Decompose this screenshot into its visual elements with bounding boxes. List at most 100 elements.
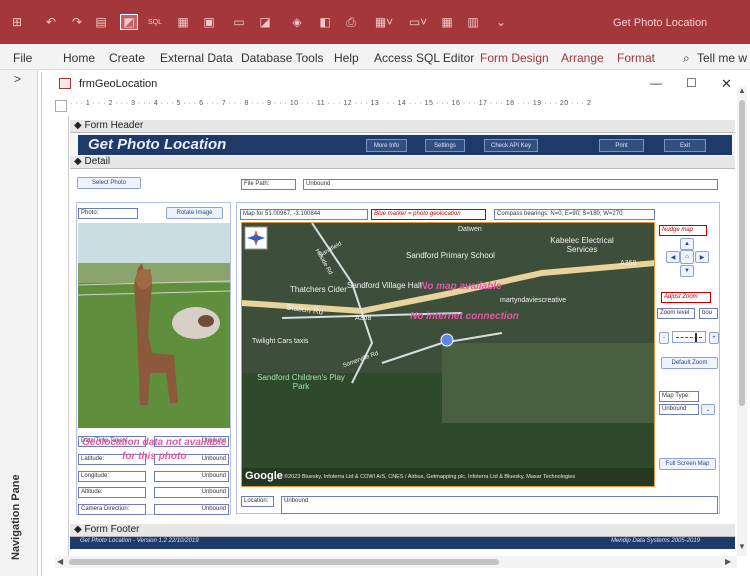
redo-icon[interactable]: ↷ (70, 14, 84, 30)
adjust-zoom-label: Adjust Zoom (661, 292, 711, 303)
tab-form-design[interactable]: Form Design (480, 51, 549, 65)
map-label-school: Sandford Primary School (406, 251, 495, 260)
pin-icon[interactable]: ◈ (290, 14, 304, 30)
maximize-button[interactable]: ☐ (686, 76, 697, 90)
zoom-out-button[interactable]: - (659, 332, 669, 344)
ribbon-tabs: File Home Create External Data Database … (0, 44, 750, 70)
undo-icon[interactable]: ↶ (44, 14, 58, 30)
vertical-scroll-thumb[interactable] (739, 100, 745, 406)
home-button[interactable]: ⌂ (680, 250, 694, 264)
horizontal-scrollbar[interactable]: ◀ ▶ (55, 556, 737, 568)
form-view-icon[interactable]: ▤ (94, 14, 108, 30)
nudge-map-label: Nudge map (659, 225, 707, 236)
minimize-button[interactable]: — (650, 76, 662, 90)
section-arrow-icon: ◆ (74, 120, 85, 131)
scroll-left-icon[interactable]: ◀ (57, 557, 63, 566)
customize-icon[interactable]: ⌄ (494, 14, 508, 30)
map-type-dropdown[interactable]: ⌄ (701, 404, 715, 415)
nav-pane-toggle-icon[interactable]: > (14, 72, 21, 86)
geolocation-unavailable-message: Geolocation data not available (82, 437, 227, 448)
tab-create[interactable]: Create (109, 51, 145, 65)
map-label-play-park: Sandford Children's Play Park (257, 373, 345, 391)
print-icon[interactable]: ⎙ (344, 14, 358, 30)
table-icon[interactable]: ▦˅ (374, 14, 394, 30)
exit-button[interactable]: Exit (664, 139, 706, 152)
footer-copyright: Mendip Data Systems 2005-2019 (611, 538, 701, 544)
vertical-scrollbar[interactable]: ▲ ▼ (737, 86, 747, 556)
grid-icon[interactable]: ▦ (440, 14, 454, 30)
more-info-button[interactable]: More Info (366, 139, 407, 152)
longitude-field[interactable]: Unbound (154, 471, 229, 482)
location-label: Location: (241, 496, 274, 507)
altitude-field[interactable]: Unbound (154, 487, 229, 498)
map-label-a368-east: A368 (620, 260, 637, 267)
zoom-slider-thumb[interactable] (695, 333, 697, 342)
map-type-label: Map Type: (659, 391, 699, 402)
full-screen-map-button[interactable]: Full Screen Map (659, 458, 716, 470)
layout-icon[interactable]: ▭˅ (408, 14, 428, 30)
print-button[interactable]: Print (599, 139, 644, 152)
footer-version: Get Photo Location - Version 1.2 22/10/2… (80, 538, 199, 544)
design-view-icon[interactable]: ◩ (120, 14, 138, 30)
detail-bar[interactable]: ◆ Detail (70, 156, 735, 169)
select-photo-button[interactable]: Select Photo (77, 177, 141, 189)
save-icon[interactable]: ▭ (232, 14, 246, 30)
nudge-right-button[interactable]: ▶ (695, 251, 709, 263)
zoom-slider[interactable] (672, 331, 706, 343)
horizontal-ruler: · · · 1 · · · 2 · · · 3 · · · 4 · · · 5 … (70, 100, 740, 114)
scroll-up-icon[interactable]: ▲ (738, 86, 746, 95)
form-selector[interactable] (55, 100, 67, 112)
map-for-label: Map for 51.00967, -3.100844 (240, 209, 368, 220)
tab-format[interactable]: Format (617, 51, 655, 65)
report-icon[interactable]: ▦ (176, 14, 190, 30)
form-footer-bar[interactable]: ◆ Form Footer (70, 524, 735, 537)
arrow-left-icon: ◀ (670, 254, 676, 261)
tab-external-data[interactable]: External Data (160, 51, 233, 65)
tell-me-box[interactable]: Tell me w (697, 51, 747, 65)
settings-button[interactable]: Settings (425, 139, 465, 152)
tab-database-tools[interactable]: Database Tools (241, 51, 324, 65)
arrow-right-icon: ▶ (699, 254, 705, 261)
tab-file[interactable]: File (13, 51, 32, 65)
nudge-up-button[interactable]: ▲ (680, 238, 694, 250)
tab-access-sql-editor[interactable]: Access SQL Editor (374, 51, 474, 65)
map-label-creative: martyndaviescreative (500, 297, 567, 304)
close-window-button[interactable]: ✕ (721, 76, 732, 92)
search-icon[interactable]: ⌕ (683, 51, 690, 66)
nudge-left-button[interactable]: ◀ (666, 251, 680, 263)
file-path-field[interactable]: Unbound (303, 179, 718, 190)
map-label-thatchers: Thatchers Cider (290, 285, 347, 294)
form-header-bar[interactable]: ◆ Form Header (70, 120, 735, 133)
save-as-icon[interactable]: ◪ (258, 14, 272, 30)
horizontal-scroll-thumb[interactable] (69, 559, 499, 565)
tab-home[interactable]: Home (63, 51, 95, 65)
tab-help[interactable]: Help (334, 51, 359, 65)
detail-label: Detail (84, 156, 111, 167)
zoom-level-field[interactable]: bou (699, 308, 718, 319)
nudge-down-button[interactable]: ▼ (680, 265, 694, 277)
compass-bearings-note: Compass bearings: N=0; E=90; S=180; W=27… (494, 209, 655, 220)
map-image[interactable]: Sandford Primary School Datwen Sandfield… (241, 222, 655, 487)
scroll-down-icon[interactable]: ▼ (738, 542, 746, 551)
location-field[interactable]: Unbound (281, 496, 718, 514)
scroll-right-icon[interactable]: ▶ (725, 557, 731, 566)
zoom-in-button[interactable]: + (709, 332, 719, 344)
sql-icon[interactable]: SQL (146, 14, 164, 30)
check-api-key-button[interactable]: Check API Key (484, 139, 538, 152)
map-type-field[interactable]: Unbound (659, 404, 699, 415)
preview-icon[interactable]: ◧ (318, 14, 332, 30)
photo-label: Photo: (78, 208, 138, 219)
image-icon[interactable]: ▣ (202, 14, 216, 30)
default-zoom-button[interactable]: Default Zoom (661, 357, 718, 369)
nav-pane-label: Navigation Pane (10, 474, 22, 560)
app-title: Get Photo Location (613, 17, 708, 29)
section-arrow-icon: ◆ (74, 524, 85, 535)
navigation-pane[interactable]: > Navigation Pane (0, 70, 38, 576)
rotate-image-button[interactable]: Rotate Image (166, 207, 223, 219)
no-map-message: No map available (420, 281, 502, 292)
tab-arrange[interactable]: Arrange (561, 51, 604, 65)
camera-direction-field[interactable]: Unbound (154, 504, 229, 515)
map-label-twilight-cars: Twilight Cars taxis (252, 338, 309, 345)
zoom-level-label: Zoom level (657, 308, 695, 319)
columns-icon[interactable]: ▥ (466, 14, 480, 30)
